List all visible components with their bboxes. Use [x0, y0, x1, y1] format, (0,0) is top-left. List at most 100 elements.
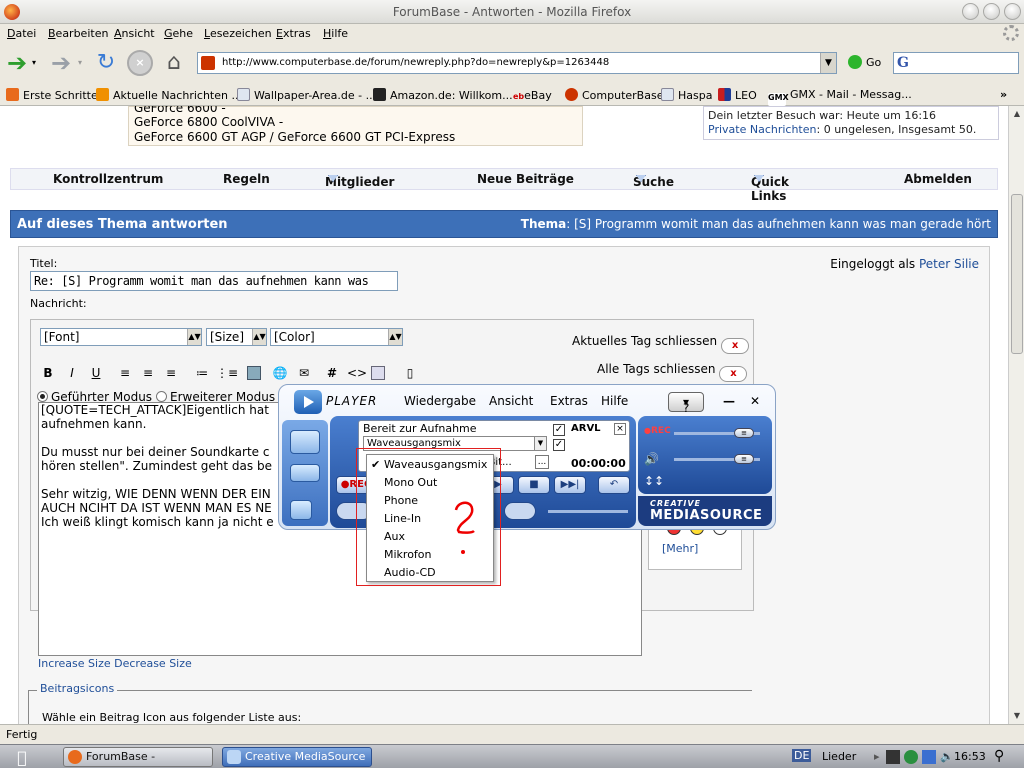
- source-option-aux[interactable]: Aux: [384, 530, 405, 543]
- player-menu-ansicht[interactable]: Ansicht: [489, 394, 533, 408]
- bitrate-options-button[interactable]: ...: [535, 455, 549, 469]
- position-slider[interactable]: [548, 510, 628, 513]
- nav-kontrollzentrum[interactable]: Kontrollzentrum: [53, 172, 163, 186]
- mediasource-tray-icon[interactable]: [922, 750, 936, 764]
- bookmark-haspa[interactable]: Haspa: [661, 88, 712, 102]
- rec-level-slider[interactable]: ≡: [674, 428, 760, 438]
- equalizer-icon[interactable]: ↕↕: [644, 474, 664, 488]
- playlist-icon[interactable]: [290, 464, 320, 482]
- search-icon[interactable]: ⚲: [994, 748, 1004, 764]
- search-input[interactable]: G: [893, 52, 1019, 74]
- scroll-up-icon[interactable]: ▲: [1009, 106, 1024, 122]
- insert-quote-icon[interactable]: ▯: [401, 364, 419, 382]
- player-help-button[interactable]: ? ▾: [668, 392, 704, 415]
- menu-ansicht[interactable]: Ansicht: [114, 27, 155, 40]
- unordered-list-icon[interactable]: ⋮≡: [216, 364, 238, 382]
- insert-image-icon[interactable]: [247, 366, 261, 380]
- volume-icon[interactable]: 🔈: [940, 750, 954, 763]
- arvl-checkbox[interactable]: ✓: [553, 424, 565, 436]
- resize-links[interactable]: Increase Size Decrease Size: [38, 657, 192, 670]
- back-history-icon[interactable]: ▾: [32, 50, 42, 76]
- menu-gehe[interactable]: Gehe: [164, 27, 193, 40]
- folder-icon[interactable]: [290, 430, 320, 454]
- minimode-icon[interactable]: [290, 500, 312, 520]
- nav-neue-beitraege[interactable]: Neue Beiträge: [477, 172, 574, 186]
- forward-history-icon[interactable]: ▾: [78, 50, 88, 76]
- nav-mitglieder[interactable]: Mitglieder: [325, 172, 394, 189]
- insert-link-icon[interactable]: 🌐: [271, 364, 289, 382]
- display-close-icon[interactable]: ×: [614, 423, 626, 435]
- repeat-button[interactable]: ↶: [598, 476, 630, 494]
- source-option-phone[interactable]: Phone: [384, 494, 418, 507]
- player-menu-extras[interactable]: Extras: [550, 394, 588, 408]
- maximize-button[interactable]: [983, 3, 1000, 20]
- scroll-down-icon[interactable]: ▼: [1009, 708, 1024, 724]
- color-select[interactable]: [Color] ▲▼: [270, 328, 403, 346]
- ordered-list-icon[interactable]: ≔: [193, 364, 211, 382]
- align-center-icon[interactable]: ≡: [139, 364, 157, 382]
- bookmark-gmx[interactable]: GMXGMX - Mail - Messag...: [768, 88, 912, 106]
- close-current-tag-button[interactable]: x: [721, 338, 750, 354]
- bookmark-aktuelle-nachrichten[interactable]: Aktuelle Nachrichten ...: [96, 88, 242, 102]
- player-menu-wiedergabe[interactable]: Wiedergabe: [404, 394, 476, 408]
- stop-icon[interactable]: ×: [127, 50, 153, 76]
- title-input[interactable]: Re: [S] Programm womit man das aufnehmen…: [30, 271, 398, 291]
- auto-checkbox[interactable]: ✓: [553, 439, 565, 451]
- slider-knob[interactable]: ≡: [734, 454, 754, 464]
- close-all-tags-button[interactable]: x: [719, 366, 748, 382]
- task-forumbase[interactable]: ForumBase - Antworte...: [63, 747, 213, 767]
- menu-extras[interactable]: Extras: [276, 27, 311, 40]
- address-history-dropdown[interactable]: ▼: [820, 53, 836, 73]
- player-close-icon[interactable]: ✕: [746, 392, 764, 412]
- source-option-waveausgangsmix[interactable]: Waveausgangsmix: [384, 458, 487, 471]
- bookmark-erste-schritte[interactable]: Erste Schritte: [6, 88, 98, 102]
- bookmark-wallpaper-area[interactable]: Wallpaper-Area.de - ...: [237, 88, 376, 102]
- insert-php-icon[interactable]: [371, 366, 385, 380]
- tray-app-icon[interactable]: [886, 750, 900, 764]
- reload-icon[interactable]: ↻: [93, 50, 119, 76]
- bookmark-ebay[interactable]: ebeBay: [512, 88, 552, 102]
- user-link[interactable]: Peter Silie: [919, 257, 979, 271]
- bookmark-amazon[interactable]: Amazon.de: Willkom...: [373, 88, 513, 102]
- apple-menu-icon[interactable]: : [12, 748, 32, 767]
- close-button[interactable]: [1004, 3, 1021, 20]
- cmss-icon[interactable]: [504, 502, 536, 520]
- volume-slider[interactable]: ≡: [674, 454, 760, 464]
- menu-bearbeiten[interactable]: Bearbeiten: [48, 27, 108, 40]
- font-select[interactable]: [Font] ▲▼: [40, 328, 202, 346]
- address-bar[interactable]: http://www.computerbase.de/forum/newrepl…: [197, 52, 837, 74]
- bookmark-leo[interactable]: LEO: [718, 88, 757, 102]
- bold-button[interactable]: B: [39, 364, 57, 382]
- private-messages-link[interactable]: Private Nachrichten: [708, 123, 817, 136]
- bookmarks-overflow-icon[interactable]: »: [1000, 88, 1007, 101]
- source-option-audio-cd[interactable]: Audio-CD: [384, 566, 436, 579]
- nav-suche[interactable]: Suche: [633, 172, 674, 189]
- italic-button[interactable]: I: [63, 364, 81, 382]
- insert-html-icon[interactable]: <>: [347, 364, 367, 382]
- next-button[interactable]: ▶▶|: [554, 476, 586, 494]
- underline-button[interactable]: U: [87, 364, 105, 382]
- nav-regeln[interactable]: Regeln: [223, 172, 270, 186]
- stop-button[interactable]: ■: [518, 476, 550, 494]
- nav-abmelden[interactable]: Abmelden: [904, 172, 972, 186]
- go-button[interactable]: Go: [848, 55, 888, 73]
- player-menu-hilfe[interactable]: Hilfe: [601, 394, 628, 408]
- task-mediasource[interactable]: Creative MediaSource: [222, 747, 372, 767]
- nav-quick-links[interactable]: Quick Links: [751, 172, 789, 203]
- tray-arrow-icon[interactable]: ▸: [874, 750, 880, 763]
- language-indicator[interactable]: DE: [792, 749, 812, 762]
- bookmark-computerbase[interactable]: ComputerBase: [565, 88, 663, 102]
- source-option-line-in[interactable]: Line-In: [384, 512, 421, 525]
- minimize-button[interactable]: [962, 3, 979, 20]
- insert-email-icon[interactable]: ✉: [295, 364, 313, 382]
- scroll-thumb[interactable]: [1011, 194, 1023, 354]
- back-icon[interactable]: ➔: [4, 50, 30, 76]
- slider-knob[interactable]: ≡: [734, 428, 754, 438]
- source-option-mono-out[interactable]: Mono Out: [384, 476, 437, 489]
- align-right-icon[interactable]: ≡: [162, 364, 180, 382]
- menu-datei[interactable]: Datei: [7, 27, 36, 40]
- align-left-icon[interactable]: ≡: [116, 364, 134, 382]
- more-smilies-link[interactable]: [Mehr]: [662, 542, 698, 555]
- insert-code-icon[interactable]: #: [323, 364, 341, 382]
- page-scrollbar[interactable]: ▲ ▼: [1008, 106, 1024, 724]
